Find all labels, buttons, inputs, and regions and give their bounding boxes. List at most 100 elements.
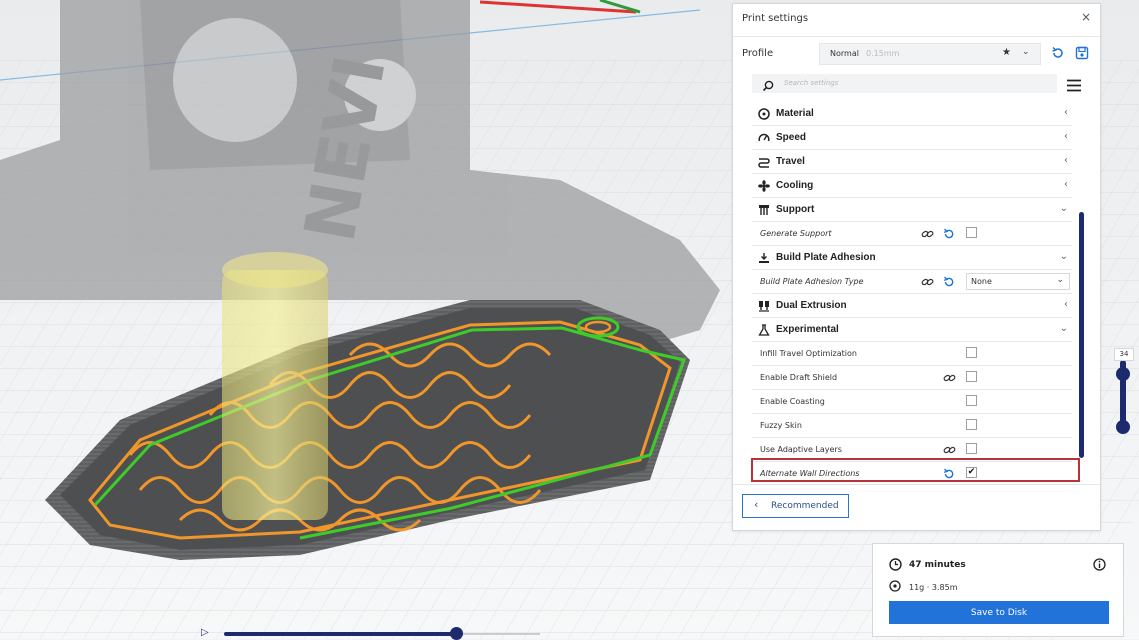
profile-dropdown[interactable]: Normal 0.15mm ★ ⌄ bbox=[819, 43, 1041, 65]
setting-label: Alternate Wall Directions bbox=[760, 469, 860, 478]
reset-icon[interactable] bbox=[943, 276, 955, 288]
coasting-checkbox[interactable] bbox=[966, 395, 977, 406]
panel-title: Print settings bbox=[742, 13, 809, 24]
setting-label: Generate Support bbox=[760, 229, 832, 238]
settings-list: Material ‹ Speed ‹ Travel ‹ Cooling ‹ Su… bbox=[752, 102, 1072, 486]
category-label: Dual Extrusion bbox=[776, 300, 847, 311]
travel-icon bbox=[758, 158, 770, 168]
profile-label: Profile bbox=[742, 48, 774, 59]
chevron-left-icon: ‹ bbox=[1064, 155, 1068, 166]
layer-number[interactable]: 34 bbox=[1114, 348, 1134, 361]
spool-icon bbox=[889, 580, 901, 592]
recommended-button[interactable]: ‹ Recommended bbox=[742, 494, 849, 518]
setting-label: Infill Travel Optimization bbox=[760, 349, 857, 358]
divider bbox=[733, 36, 1100, 37]
generate-support-checkbox[interactable] bbox=[966, 227, 977, 238]
category-adhesion[interactable]: Build Plate Adhesion ⌄ bbox=[752, 246, 1072, 270]
setting-generate-support: Generate Support bbox=[752, 222, 1072, 246]
playback-track-remaining[interactable] bbox=[460, 633, 540, 635]
category-label: Experimental bbox=[776, 324, 839, 335]
playback-handle[interactable] bbox=[450, 627, 463, 640]
search-icon bbox=[762, 77, 774, 96]
chevron-left-icon: ‹ bbox=[754, 498, 759, 511]
close-icon[interactable]: × bbox=[1081, 10, 1091, 24]
chevron-left-icon: ‹ bbox=[1064, 107, 1068, 118]
setting-label: Enable Coasting bbox=[760, 397, 825, 406]
category-label: Cooling bbox=[776, 180, 814, 191]
setting-label: Enable Draft Shield bbox=[760, 373, 838, 382]
link-icon[interactable] bbox=[921, 276, 934, 288]
support-icon bbox=[759, 205, 769, 215]
clock-icon bbox=[889, 558, 902, 571]
material-icon bbox=[758, 108, 770, 120]
infill-travel-checkbox[interactable] bbox=[966, 347, 977, 358]
reset-icon[interactable] bbox=[943, 468, 955, 480]
flask-icon bbox=[758, 324, 770, 336]
category-travel[interactable]: Travel ‹ bbox=[752, 150, 1072, 174]
star-icon[interactable]: ★ bbox=[1002, 47, 1011, 58]
divider bbox=[733, 484, 1100, 485]
chevron-down-icon: ⌄ bbox=[1059, 251, 1068, 262]
category-label: Build Plate Adhesion bbox=[776, 252, 876, 263]
adhesion-icon bbox=[759, 253, 769, 263]
adaptive-layers-checkbox[interactable] bbox=[966, 443, 977, 454]
setting-fuzzy-skin: Fuzzy Skin bbox=[752, 414, 1072, 438]
playback-track[interactable] bbox=[224, 632, 460, 636]
chevron-left-icon: ‹ bbox=[1064, 131, 1068, 142]
info-icon[interactable] bbox=[1093, 558, 1106, 571]
reset-profile-icon[interactable] bbox=[1051, 45, 1065, 64]
print-time: 47 minutes bbox=[909, 560, 966, 570]
search-box bbox=[752, 74, 1057, 93]
draft-shield-checkbox[interactable] bbox=[966, 371, 977, 382]
chevron-down-icon: ⌄ bbox=[1056, 275, 1064, 285]
chevron-down-icon: ⌄ bbox=[1059, 323, 1068, 334]
speedometer-icon bbox=[758, 133, 770, 142]
setting-draft-shield: Enable Draft Shield bbox=[752, 366, 1072, 390]
setting-adaptive-layers: Use Adaptive Layers bbox=[752, 438, 1072, 462]
adhesion-type-dropdown[interactable]: None ⌄ bbox=[966, 273, 1070, 290]
category-experimental[interactable]: Experimental ⌄ bbox=[752, 318, 1072, 342]
category-label: Travel bbox=[776, 156, 805, 167]
material-usage: 11g · 3.85m bbox=[909, 583, 958, 592]
profile-layer-height: 0.15mm bbox=[866, 49, 900, 58]
print-estimate-panel: 47 minutes 11g · 3.85m Save to Disk bbox=[872, 543, 1124, 637]
chevron-left-icon: ‹ bbox=[1064, 179, 1068, 190]
category-dual-extrusion[interactable]: Dual Extrusion ‹ bbox=[752, 294, 1072, 318]
link-icon[interactable] bbox=[943, 444, 956, 456]
setting-alternate-wall: Alternate Wall Directions ✔ bbox=[752, 462, 1072, 486]
save-icon[interactable] bbox=[1075, 45, 1089, 64]
alternate-wall-checkbox[interactable]: ✔ bbox=[966, 467, 977, 478]
setting-infill-travel: Infill Travel Optimization bbox=[752, 342, 1072, 366]
setting-adhesion-type: Build Plate Adhesion Type None ⌄ bbox=[752, 270, 1072, 294]
save-to-disk-button[interactable]: Save to Disk bbox=[889, 601, 1109, 624]
menu-icon[interactable] bbox=[1066, 77, 1082, 96]
category-cooling[interactable]: Cooling ‹ bbox=[752, 174, 1072, 198]
fuzzy-skin-checkbox[interactable] bbox=[966, 419, 977, 430]
category-support[interactable]: Support ⌄ bbox=[752, 198, 1072, 222]
setting-label: Fuzzy Skin bbox=[760, 421, 802, 430]
play-icon[interactable]: ▷ bbox=[201, 627, 209, 638]
setting-label: Use Adaptive Layers bbox=[760, 445, 842, 454]
link-icon[interactable] bbox=[921, 228, 934, 240]
setting-coasting: Enable Coasting bbox=[752, 390, 1072, 414]
category-speed[interactable]: Speed ‹ bbox=[752, 126, 1072, 150]
reset-icon[interactable] bbox=[943, 228, 955, 240]
recommended-label: Recommended bbox=[771, 501, 839, 511]
settings-scrollbar[interactable] bbox=[1079, 212, 1084, 458]
category-material[interactable]: Material ‹ bbox=[752, 102, 1072, 126]
link-icon[interactable] bbox=[943, 372, 956, 384]
category-label: Speed bbox=[776, 132, 807, 143]
layer-slider-top-handle[interactable] bbox=[1116, 367, 1130, 381]
search-input[interactable] bbox=[784, 76, 1044, 90]
chevron-down-icon: ⌄ bbox=[1022, 47, 1030, 57]
print-settings-panel: Print settings × Profile Normal 0.15mm ★… bbox=[732, 3, 1101, 531]
chevron-down-icon: ⌄ bbox=[1059, 203, 1068, 214]
dual-extrusion-icon bbox=[759, 301, 769, 312]
adhesion-type-value: None bbox=[971, 277, 992, 286]
profile-name: Normal bbox=[830, 49, 859, 58]
setting-label: Build Plate Adhesion Type bbox=[760, 277, 864, 286]
category-label: Support bbox=[776, 204, 815, 215]
fan-icon bbox=[758, 180, 770, 192]
category-label: Material bbox=[776, 108, 814, 119]
layer-slider-bottom-handle[interactable] bbox=[1116, 420, 1130, 434]
